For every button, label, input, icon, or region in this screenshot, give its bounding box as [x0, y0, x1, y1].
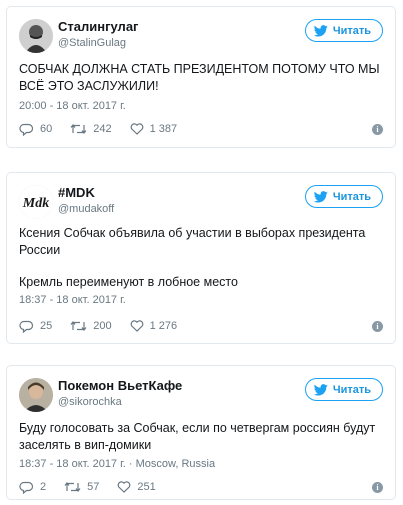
tweet-timestamp[interactable]: 20:00 - 18 окт. 2017 г. [19, 100, 126, 112]
info-icon[interactable]: i [372, 481, 383, 493]
twitter-bird-icon [313, 24, 328, 37]
like-count: 251 [137, 481, 156, 493]
tweet-text: Буду голосовать за Собчак, если по четве… [19, 421, 376, 452]
like-heart-icon [118, 481, 131, 493]
tweet-card: Покемон ВьетКафе @sikorochka Читать Буду… [6, 365, 396, 500]
tweet-text: Кремль переименуют в лобное место [19, 275, 238, 289]
retweet-count: 57 [87, 481, 100, 493]
reply-icon [19, 481, 34, 494]
follow-button[interactable]: Читать [304, 185, 383, 208]
reply-action[interactable]: 60 [19, 123, 52, 136]
author-name[interactable]: Сталингулаг [58, 19, 138, 34]
follow-button[interactable]: Читать [304, 19, 383, 42]
reply-action[interactable]: 25 [19, 320, 52, 333]
tweet-text: СОБЧАК ДОЛЖНА СТАТЬ ПРЕЗИДЕНТОМ ПОТОМУ Ч… [19, 62, 380, 93]
author-handle[interactable]: @StalinGulag [58, 37, 126, 49]
follow-label: Читать [332, 383, 371, 396]
like-heart-icon [130, 320, 143, 332]
author-name[interactable]: #MDK [58, 185, 95, 200]
retweet-icon [70, 321, 87, 331]
author-handle[interactable]: @mudakoff [58, 203, 114, 215]
avatar[interactable]: Mdk [19, 185, 53, 219]
like-count: 1 276 [149, 320, 178, 332]
info-icon[interactable]: i [372, 320, 383, 332]
tweet-card: Сталингулаг @StalinGulag Читать СОБЧАК Д… [6, 6, 396, 148]
follow-label: Читать [332, 190, 371, 203]
tweet-timestamp[interactable]: 18:37 - 18 окт. 2017 г. · Moscow, Russia [19, 458, 215, 470]
retweet-icon [64, 482, 81, 492]
tweet-actions: 2 57 251 i [19, 479, 383, 495]
twitter-bird-icon [313, 190, 328, 203]
like-action[interactable]: 1 387 [130, 123, 178, 135]
tweet-actions: 25 200 1 276 i [19, 318, 383, 334]
like-heart-icon [130, 123, 143, 135]
twitter-bird-icon [313, 383, 328, 396]
reply-icon [19, 123, 34, 136]
retweet-action[interactable]: 200 [70, 320, 112, 332]
reply-count: 2 [40, 481, 47, 493]
reply-action[interactable]: 2 [19, 481, 46, 494]
tweet-timestamp[interactable]: 18:37 - 18 окт. 2017 г. [19, 294, 126, 306]
tweet-text: Ксения Собчак объявила об участии в выбо… [19, 226, 366, 257]
reply-icon [19, 320, 34, 333]
tweet-card: Mdk #MDK @mudakoff Читать Ксения Собчак … [6, 172, 396, 344]
author-handle[interactable]: @sikorochka [58, 396, 122, 408]
like-action[interactable]: 1 276 [130, 320, 178, 332]
reply-count: 25 [40, 320, 53, 332]
like-count: 1 387 [149, 123, 178, 135]
author-name[interactable]: Покемон ВьетКафе [58, 378, 182, 393]
reply-count: 60 [40, 123, 53, 135]
like-action[interactable]: 251 [117, 481, 156, 493]
retweet-action[interactable]: 57 [64, 481, 99, 493]
follow-button[interactable]: Читать [304, 378, 383, 401]
retweet-count: 242 [93, 123, 112, 135]
tweet-actions: 60 242 1 387 i [19, 121, 383, 137]
info-icon[interactable]: i [372, 123, 383, 135]
avatar[interactable] [19, 19, 53, 53]
follow-label: Читать [332, 24, 371, 37]
retweet-count: 200 [93, 320, 112, 332]
retweet-icon [70, 124, 87, 134]
avatar[interactable] [19, 378, 53, 412]
svg-text:Mdk: Mdk [22, 196, 49, 211]
retweet-action[interactable]: 242 [70, 123, 112, 135]
